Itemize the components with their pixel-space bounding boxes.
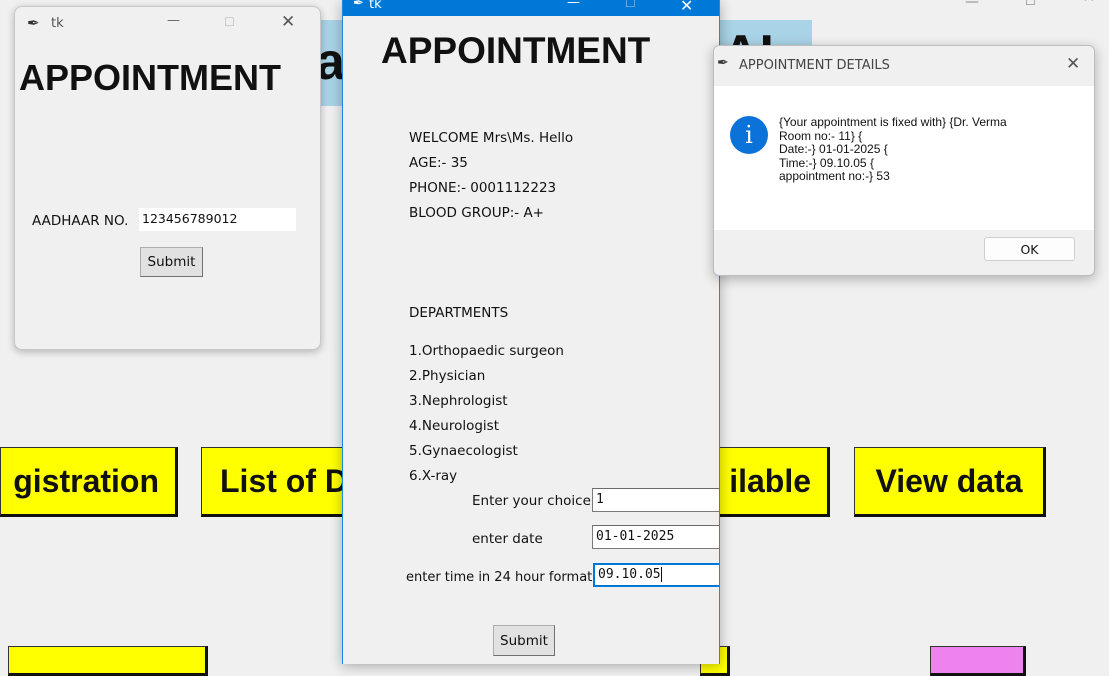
- main-title-banner-right: AL: [718, 20, 812, 48]
- blood-group-text: BLOOD GROUP:- A+: [409, 205, 544, 221]
- department-item: 5.Gynaecologist: [409, 443, 518, 459]
- department-item: 3.Nephrologist: [409, 393, 508, 409]
- age-text: AGE:- 35: [409, 155, 468, 171]
- aadhaar-label: AADHAAR NO.: [32, 213, 129, 229]
- main-minimize-button[interactable]: —: [965, 0, 979, 10]
- appointment-window: ✒ tk — ☐ ✕ APPOINTMENT WELCOME Mrs\Ms. H…: [342, 0, 720, 664]
- dialog-title: APPOINTMENT DETAILS: [739, 58, 890, 73]
- date-label: enter date: [472, 531, 543, 547]
- department-item: 6.X-ray: [409, 468, 458, 484]
- minimize-button[interactable]: —: [167, 13, 180, 28]
- maximize-button[interactable]: ☐: [224, 15, 235, 29]
- aadhaar-input[interactable]: 123456789012: [139, 208, 296, 231]
- window-title: tk: [369, 0, 382, 12]
- bottom-left-button[interactable]: [8, 646, 208, 676]
- feather-icon: ✒: [353, 0, 364, 11]
- feather-icon: ✒: [27, 14, 40, 32]
- phone-text: PHONE:- 0001112223: [409, 180, 557, 196]
- minimize-button[interactable]: —: [567, 0, 580, 10]
- welcome-text: WELCOME Mrs\Ms. Hello: [409, 130, 574, 146]
- submit-button[interactable]: Submit: [140, 247, 203, 277]
- main-close-button[interactable]: ^: [1083, 0, 1095, 11]
- view-data-button[interactable]: View data: [854, 447, 1046, 517]
- appointment-window-titlebar: ✒ tk — ☐ ✕: [343, 0, 719, 16]
- choice-label: Enter your choice: [472, 493, 591, 509]
- aadhaar-window-titlebar: ✒ tk — ☐ ✕: [15, 7, 320, 39]
- department-item: 2.Physician: [409, 368, 486, 384]
- appointment-details-dialog: ✒ APPOINTMENT DETAILS ✕ i {Your appointm…: [713, 45, 1095, 276]
- main-maximize-button[interactable]: ☐: [1025, 0, 1036, 8]
- window-title: tk: [51, 16, 64, 31]
- department-item: 1.Orthopaedic surgeon: [409, 343, 564, 359]
- close-button[interactable]: ✕: [1066, 54, 1080, 74]
- department-item: 4.Neurologist: [409, 418, 500, 434]
- ok-button[interactable]: OK: [984, 237, 1075, 261]
- time-input[interactable]: 09.10.05: [593, 563, 719, 587]
- close-button[interactable]: ✕: [281, 12, 295, 32]
- maximize-button[interactable]: ☐: [625, 0, 636, 10]
- registration-button[interactable]: gistration: [0, 447, 178, 517]
- page-title: APPOINTMENT: [381, 30, 651, 71]
- info-icon: i: [730, 116, 768, 154]
- aadhaar-window: ✒ tk — ☐ ✕ APPOINTMENT AADHAAR NO. 12345…: [14, 6, 321, 350]
- list-of-doctors-button[interactable]: List of D: [201, 447, 351, 517]
- submit-button[interactable]: Submit: [493, 625, 555, 656]
- time-label: enter time in 24 hour format: [406, 570, 593, 585]
- departments-heading: DEPARTMENTS: [409, 305, 509, 321]
- date-input[interactable]: 01-01-2025: [592, 525, 719, 549]
- close-button[interactable]: ✕: [680, 0, 693, 15]
- text-cursor: [660, 567, 662, 582]
- page-title: APPOINTMENT: [19, 57, 282, 98]
- dialog-message: {Your appointment is fixed with} {Dr. Ve…: [779, 115, 1007, 183]
- choice-input[interactable]: 1: [592, 488, 719, 512]
- feather-icon: ✒: [717, 55, 729, 71]
- bottom-pink-button[interactable]: [930, 646, 1026, 676]
- dialog-body: i {Your appointment is fixed with} {Dr. …: [714, 86, 1094, 230]
